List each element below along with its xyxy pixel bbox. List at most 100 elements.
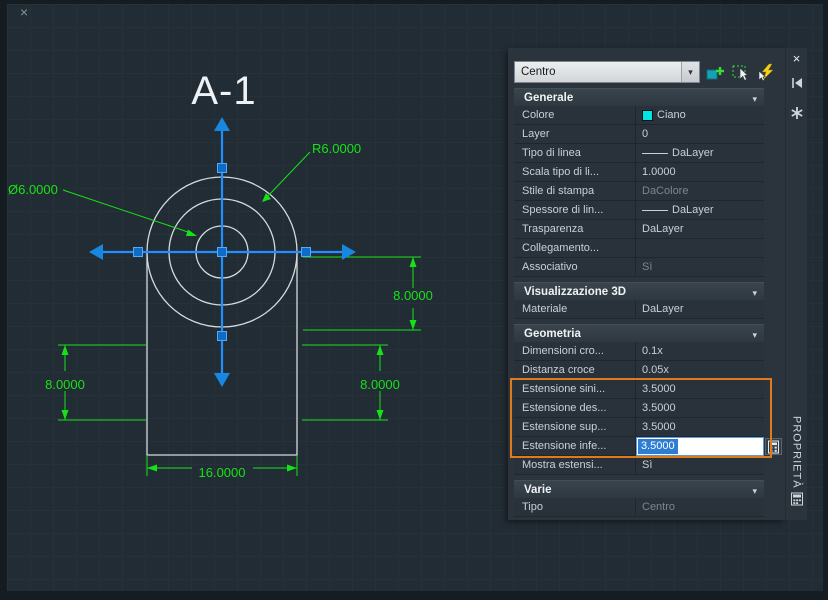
property-value-spessore[interactable]: DaLayer bbox=[636, 201, 764, 220]
auto-hide-pin-icon bbox=[791, 78, 802, 88]
pickadd-toggle-icon bbox=[706, 66, 724, 79]
calculator-panel-button[interactable] bbox=[789, 491, 804, 512]
grip-square-bottom[interactable] bbox=[217, 331, 227, 341]
property-value-text: DaLayer bbox=[642, 303, 684, 315]
row-estensione-sinistra: Estensione sini... 3.5000 bbox=[514, 380, 764, 399]
linetype-sample-icon bbox=[642, 152, 668, 154]
pickadd-toggle-button[interactable] bbox=[704, 61, 726, 83]
section-header-varie[interactable]: Varie ▾ bbox=[514, 480, 764, 498]
dim-right-lower-label: 8.0000 bbox=[360, 377, 400, 392]
property-value-trasparenza[interactable]: DaLayer bbox=[636, 220, 764, 239]
row-associativo: Associativo Sì bbox=[514, 258, 764, 277]
dimension-radius-leader[interactable]: R6.0000 bbox=[262, 141, 361, 202]
property-value-text: 3.5000 bbox=[642, 383, 676, 395]
row-materiale: Materiale DaLayer bbox=[514, 300, 764, 319]
row-colore: Colore Ciano bbox=[514, 106, 764, 125]
grip-square-center[interactable] bbox=[217, 247, 227, 257]
grip-arrow-left[interactable] bbox=[89, 244, 103, 260]
palette-settings-button[interactable] bbox=[789, 105, 805, 126]
property-value-text: 0.1x bbox=[642, 345, 663, 357]
estensione-inferiore-input[interactable]: 3.5000 bbox=[636, 437, 764, 456]
property-value-dimensioni-croce[interactable]: 0.1x bbox=[636, 342, 764, 361]
property-value-collegamento[interactable] bbox=[636, 239, 764, 258]
row-stile-di-stampa: Stile di stampa DaColore bbox=[514, 182, 764, 201]
property-value-text: 0.05x bbox=[642, 364, 669, 376]
property-value-colore[interactable]: Ciano bbox=[636, 106, 764, 125]
dimension-right-upper[interactable]: 8.0000 bbox=[303, 256, 433, 331]
dimension-bottom[interactable]: 16.0000 bbox=[146, 456, 298, 480]
canvas-close-icon[interactable]: × bbox=[20, 4, 28, 20]
center-mark-selected[interactable] bbox=[89, 117, 356, 387]
select-objects-button[interactable] bbox=[730, 61, 752, 83]
property-value-estensione-superiore[interactable]: 3.5000 bbox=[636, 418, 764, 437]
row-estensione-inferiore: Estensione infe... 3.5000 bbox=[514, 437, 782, 456]
property-label: Trasparenza bbox=[514, 220, 636, 239]
dimension-right-lower[interactable]: 8.0000 bbox=[302, 344, 400, 421]
object-type-combobox[interactable]: Centro ▾ bbox=[514, 61, 700, 83]
row-mostra-estensione: Mostra estensi... Sì bbox=[514, 456, 764, 475]
section-header-geometria[interactable]: Geometria ▾ bbox=[514, 324, 764, 342]
color-swatch-ciano bbox=[642, 109, 653, 121]
lineweight-sample-icon bbox=[642, 209, 668, 211]
property-label: Stile di stampa bbox=[514, 182, 636, 201]
property-label: Colore bbox=[514, 106, 636, 125]
property-value-layer[interactable]: 0 bbox=[636, 125, 764, 144]
block-title[interactable]: A-1 bbox=[191, 69, 256, 113]
section-header-visualizzazione-3d[interactable]: Visualizzazione 3D ▾ bbox=[514, 282, 764, 300]
application-window: × A-1 8.0000 8.0000 8.0000 16.0000 R6.00… bbox=[0, 0, 828, 600]
palette-title-bar[interactable]: × PROPRIETÀ bbox=[785, 48, 807, 520]
property-label: Mostra estensi... bbox=[514, 456, 636, 475]
auto-hide-pin-button[interactable] bbox=[789, 75, 805, 96]
property-label: Associativo bbox=[514, 258, 636, 277]
property-label: Spessore di lin... bbox=[514, 201, 636, 220]
property-label: Dimensioni cro... bbox=[514, 342, 636, 361]
row-trasparenza: Trasparenza DaLayer bbox=[514, 220, 764, 239]
property-value-estensione-sinistra[interactable]: 3.5000 bbox=[636, 380, 764, 399]
object-type-value: Centro bbox=[521, 66, 556, 78]
property-label: Tipo di linea bbox=[514, 144, 636, 163]
row-collegamento: Collegamento... bbox=[514, 239, 764, 258]
property-value-mostra-estensione[interactable]: Sì bbox=[636, 456, 764, 475]
property-value-text: DaLayer bbox=[672, 204, 714, 216]
property-label: Estensione sup... bbox=[514, 418, 636, 437]
row-layer: Layer 0 bbox=[514, 125, 764, 144]
dim-left-label: 8.0000 bbox=[45, 377, 85, 392]
section-header-generale[interactable]: Generale ▾ bbox=[514, 88, 764, 106]
selected-input-text: 3.5000 bbox=[638, 439, 678, 454]
property-value-text: 3.5000 bbox=[642, 402, 676, 414]
property-label: Estensione infe... bbox=[514, 437, 636, 456]
dim-bottom-label: 16.0000 bbox=[199, 465, 246, 480]
property-value-distanza-croce[interactable]: 0.05x bbox=[636, 361, 764, 380]
quick-select-icon bbox=[758, 63, 774, 81]
property-value-estensione-destra[interactable]: 3.5000 bbox=[636, 399, 764, 418]
grip-square-left[interactable] bbox=[133, 247, 143, 257]
property-value-text: Centro bbox=[642, 501, 676, 513]
row-estensione-superiore: Estensione sup... 3.5000 bbox=[514, 418, 764, 437]
grip-arrow-bottom[interactable] bbox=[214, 373, 230, 387]
property-value-scala[interactable]: 1.0000 bbox=[636, 163, 764, 182]
grip-square-right[interactable] bbox=[301, 247, 311, 257]
calculator-button[interactable] bbox=[765, 438, 782, 455]
dimension-left[interactable]: 8.0000 bbox=[45, 344, 146, 421]
property-grid: Generale ▾ Colore Ciano Layer 0 Tipo di … bbox=[514, 88, 782, 517]
properties-palette: Centro ▾ Generale ▾ Colore Ciano Layer 0… bbox=[508, 48, 785, 520]
property-value-materiale[interactable]: DaLayer bbox=[636, 300, 764, 319]
grip-square-top[interactable] bbox=[217, 163, 227, 173]
property-value-text: 0 bbox=[642, 128, 649, 140]
quick-select-button[interactable] bbox=[756, 61, 778, 83]
property-label: Estensione sini... bbox=[514, 380, 636, 399]
chevron-down-icon[interactable]: ▾ bbox=[681, 62, 699, 82]
palette-vertical-title: PROPRIETÀ bbox=[790, 416, 803, 489]
grip-arrow-top[interactable] bbox=[214, 117, 230, 131]
dimension-diameter-leader[interactable]: Ø6.0000 bbox=[8, 182, 197, 236]
property-value-associativo: Sì bbox=[636, 258, 764, 277]
close-icon[interactable]: × bbox=[793, 52, 801, 66]
row-distanza-croce: Distanza croce 0.05x bbox=[514, 361, 764, 380]
row-estensione-destra: Estensione des... 3.5000 bbox=[514, 399, 764, 418]
property-label: Distanza croce bbox=[514, 361, 636, 380]
calculator-panel-icon bbox=[790, 492, 803, 506]
property-label: Scala tipo di li... bbox=[514, 163, 636, 182]
grip-arrow-right[interactable] bbox=[342, 244, 356, 260]
property-value-tipo-di-linea[interactable]: DaLayer bbox=[636, 144, 764, 163]
section-title: Visualizzazione 3D bbox=[524, 286, 627, 298]
